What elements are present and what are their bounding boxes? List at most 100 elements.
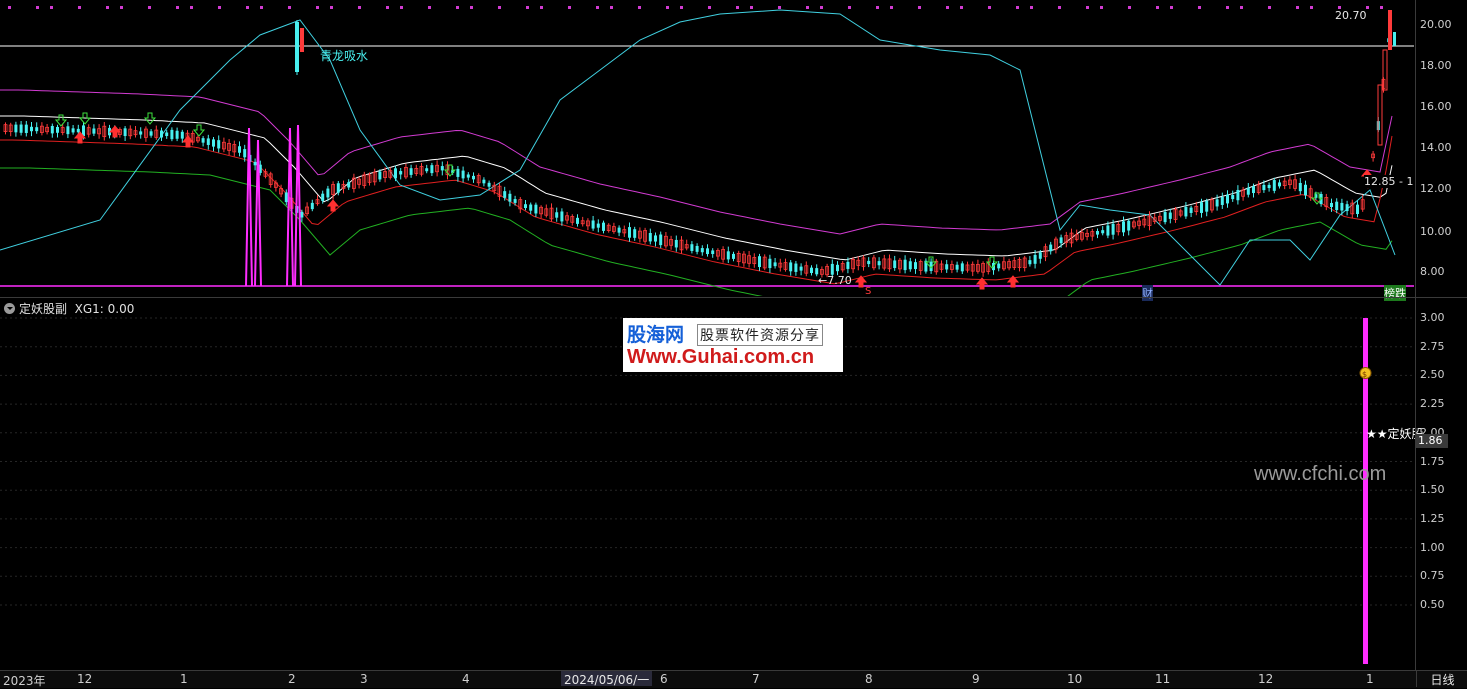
- candle-body: [1330, 202, 1333, 208]
- candle-body: [165, 132, 169, 137]
- signal-dot: [36, 6, 39, 9]
- indicator-tick: 1.25: [1420, 511, 1445, 525]
- indicator-name: 定妖股副: [19, 302, 68, 316]
- time-label: 12: [1258, 672, 1274, 686]
- signal-dot: [806, 6, 809, 9]
- annotation-label: 青龙吸水: [320, 49, 369, 63]
- signal-dot: [316, 6, 319, 9]
- candle-body: [1127, 220, 1131, 231]
- signal-dot: [1058, 6, 1061, 9]
- watermark-cn-sub: 股票软件资源分享: [697, 324, 823, 346]
- candle-body: [732, 253, 735, 259]
- candle-body: [1345, 204, 1349, 212]
- candle-body: [596, 223, 600, 228]
- candle-body: [243, 149, 247, 158]
- candle-body: [1200, 202, 1203, 213]
- signal-dot: [666, 6, 669, 9]
- signal-dot: [778, 6, 781, 9]
- price-chart[interactable]: [0, 0, 1467, 296]
- candle-body: [212, 139, 215, 147]
- candle-body: [123, 128, 127, 137]
- candle-body: [472, 175, 475, 180]
- signal-dot: [176, 6, 179, 9]
- signal-dot: [148, 6, 151, 9]
- candle-body: [1278, 182, 1281, 187]
- candle-body: [1215, 199, 1219, 207]
- candle-body: [591, 220, 595, 229]
- indicator-tick: 1.00: [1420, 540, 1445, 554]
- candle-body: [513, 199, 517, 203]
- candle-body: [1163, 212, 1167, 223]
- time-label: 1: [180, 672, 188, 686]
- candle-body: [1335, 201, 1339, 211]
- candle-body: [1262, 184, 1266, 191]
- indicator-title[interactable]: 定妖股副 XG1: 0.00: [4, 300, 134, 317]
- time-label: 2: [288, 672, 296, 686]
- watermark-url: Www.Guhai.com.cn: [627, 346, 815, 368]
- candle-body: [30, 126, 33, 132]
- up-arrow-icon: [108, 125, 122, 138]
- period-tab[interactable]: 日线: [1416, 671, 1467, 687]
- signal-dot: [526, 6, 529, 9]
- signal-dot: [1086, 6, 1089, 9]
- candle-body: [310, 202, 314, 210]
- signal-dot: [498, 6, 501, 9]
- candle-body: [461, 170, 465, 179]
- candle-body: [1059, 237, 1063, 244]
- candle-body: [71, 128, 75, 133]
- candle-body: [794, 263, 798, 272]
- candle-body: [1028, 260, 1032, 265]
- candle-body: [648, 233, 652, 242]
- candlesticks: [3, 10, 1396, 278]
- candle-body: [633, 229, 637, 238]
- candle-body: [945, 264, 949, 270]
- low-price-label: ←7.70: [818, 274, 852, 287]
- indicator-value: XG1: 0.00: [74, 302, 135, 316]
- candle-body: [175, 130, 179, 139]
- candle-body: [628, 227, 631, 238]
- indicator-tick: 2.50: [1420, 368, 1445, 382]
- signal-dot: [106, 6, 109, 9]
- candle-body: [456, 168, 460, 177]
- candle-body: [425, 168, 429, 172]
- price-tick: 16.00: [1420, 100, 1452, 113]
- signal-dot: [1170, 6, 1173, 9]
- signal-arrows: [54, 112, 1374, 290]
- signal-dot: [428, 6, 431, 9]
- stock-chart-window: 20.70 ←7.70 青龙吸水 S 财 榜跌 12.85 - 1 $ 定妖股副…: [0, 0, 1467, 688]
- candle-body: [1122, 221, 1125, 233]
- marker-s: S: [865, 286, 872, 297]
- candle-body: [14, 124, 18, 133]
- signal-dot: [1296, 6, 1299, 9]
- candle-body: [503, 191, 507, 198]
- time-label: 9: [972, 672, 980, 686]
- signal-dot: [50, 6, 53, 9]
- candle-body: [529, 204, 533, 211]
- signal-dot: [358, 6, 361, 9]
- signal-dot: [1310, 6, 1313, 9]
- candle-body: [789, 262, 793, 272]
- candle-body: [1220, 196, 1224, 205]
- candle-body: [560, 211, 564, 222]
- signal-dot: [1016, 6, 1019, 9]
- collapse-icon[interactable]: [4, 303, 15, 314]
- signal-dot: [610, 6, 613, 9]
- candle-body: [1246, 187, 1250, 195]
- candle-body: [56, 126, 59, 133]
- candle-body: [1388, 10, 1392, 50]
- time-label: 8: [865, 672, 873, 686]
- candle-body: [430, 165, 434, 174]
- indicator-value-box: 1.86: [1416, 434, 1448, 448]
- time-label: 1: [1366, 672, 1374, 686]
- candle-body: [321, 193, 325, 201]
- candle-body: [674, 239, 678, 248]
- indicator-tick: 2.25: [1420, 397, 1445, 411]
- price-tick: 14.00: [1420, 141, 1452, 154]
- candle-body: [76, 128, 80, 133]
- signal-dot: [386, 6, 389, 9]
- candle-body: [1236, 189, 1240, 201]
- signal-dot: [470, 6, 473, 9]
- signal-dot: [330, 6, 333, 9]
- time-label: 4: [462, 672, 470, 686]
- candle-body: [149, 131, 153, 136]
